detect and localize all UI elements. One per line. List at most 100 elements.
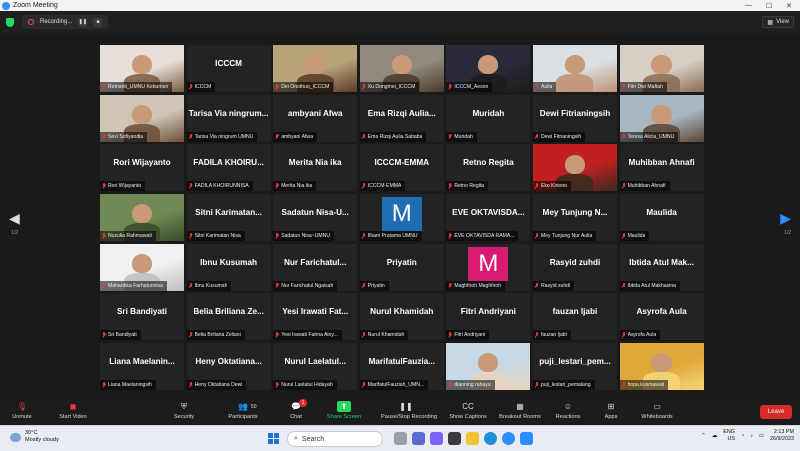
participant-tile[interactable]: Nurul Khamidah Nurul Khamidah [359, 293, 444, 341]
zoom-app-icon[interactable] [520, 432, 533, 445]
leave-button[interactable]: Leave [760, 405, 792, 419]
participant-tile[interactable]: Ibtida Atul Mak... Ibtida Atul Makhasina [619, 243, 704, 291]
chrome-browser-icon[interactable] [502, 432, 515, 445]
participant-tile[interactable]: ICCCM-EMMA ICCCM-EMMA [359, 144, 444, 192]
camera-app-icon[interactable] [448, 432, 461, 445]
participant-tile[interactable]: Rori Wijayanto Rori Wijayanto [100, 144, 184, 192]
participant-display-name: Nurul Khamidah [370, 307, 434, 317]
weather-widget[interactable]: 30°C Mostly cloudy [10, 430, 59, 444]
previous-page-button[interactable]: ◀ [9, 210, 20, 227]
participant-tile[interactable]: Mey Tunjung N... Mey Tunjung Nur Aulia [532, 194, 617, 242]
participant-tile[interactable]: Sitni Karimatan... Sitni Karimatan Nisa [186, 194, 271, 242]
participant-tile[interactable]: ICCCM_Aeson [446, 45, 531, 92]
participant-tile[interactable]: M Ilham Pratama UMNU [359, 194, 444, 242]
video-button[interactable]: ◼ Start Video [48, 399, 98, 420]
participant-tile[interactable]: Mahardika Farhatunnisa [100, 243, 184, 291]
participant-tile[interactable]: Xu Dongmei_ICCCM [359, 45, 444, 92]
participant-tile[interactable]: M Maghfiroh Maghfiroh [446, 243, 531, 291]
participant-tile[interactable]: Sri Bandiyati Sri Bandiyati [100, 293, 184, 341]
show-hidden-icons-icon[interactable]: ⌃ [701, 433, 706, 439]
participant-tile[interactable]: Priyatin Priyatin [359, 243, 444, 291]
participant-tile[interactable]: Nur Farichatul... Nur Farichatul Ngaisah [273, 243, 358, 291]
participant-name-label: Nuzulia Rahmawati [100, 231, 156, 242]
stop-recording-button[interactable]: ■ [93, 17, 103, 27]
captions-button[interactable]: CC Show Captions [443, 399, 493, 420]
participant-tile[interactable]: Muridah Muridah [446, 94, 531, 142]
participant-label-text: Retnanti_UMNU Kebumen [108, 84, 169, 90]
participant-tile[interactable]: ambyani Afwa ambyani Afwa [273, 94, 358, 142]
participant-label-text: Muridah [454, 133, 473, 140]
maximize-button[interactable]: ☐ [766, 2, 772, 10]
wifi-icon[interactable]: ◔ [741, 433, 744, 439]
participant-tile[interactable]: Dewi Fitrianingsih Dewi Fitrianingsih [532, 94, 617, 142]
apps-button[interactable]: ⊞ Apps [586, 399, 636, 420]
share-button[interactable]: ⬆ Share Screen [319, 399, 369, 420]
view-button[interactable]: ▦ View [762, 16, 794, 28]
pause-recording-button[interactable]: ❚❚ [78, 17, 88, 27]
video-label: Start Video [59, 414, 87, 420]
participant-label-text: Maghfiroh Maghfiroh [454, 282, 502, 289]
participant-tile[interactable]: Ibnu Kusumah Ibnu Kusumah [186, 243, 271, 291]
participant-tile[interactable]: Nurul Laelatul... Nurul Laelatul Hidayah [273, 343, 358, 391]
participant-tile[interactable]: fauzan ljabi fauzan ljabi [532, 293, 617, 341]
participant-tile[interactable]: Ema Rizqi Aulia... Ema Rizqi Aulia Sababa [359, 94, 444, 142]
participant-tile[interactable]: hopa.kusmawati [619, 343, 704, 391]
participant-tile[interactable]: Liana Maelanin... Liana Maelaningsih [100, 343, 184, 391]
participant-tile[interactable]: Sadatun Nisa-U... Sadatun Nisa~UMNU [273, 194, 358, 242]
participant-tile[interactable]: FADILA KHOIRU... FADILA KHOIRUNNISA [186, 144, 271, 192]
task-view-icon[interactable] [394, 432, 407, 445]
participant-tile[interactable]: Merita Nia ika Merita Nia ika [273, 144, 358, 192]
participant-tile[interactable]: Sevi Sofiyandia [100, 94, 184, 142]
participant-tile[interactable]: dianning rahayu [446, 343, 531, 391]
participant-tile[interactable]: Maulida Maulida [619, 194, 704, 242]
meet-app-icon[interactable] [430, 432, 443, 445]
participant-tile[interactable]: Asyrofa Aula Asyrofa Aula [619, 293, 704, 341]
participant-tile[interactable]: Yesi Irawati Fat... Yesi Irawati Fatma Ai… [273, 293, 358, 341]
participant-label-text: Merita Nia ika [281, 183, 313, 190]
minimize-button[interactable]: — [745, 2, 752, 10]
next-page-button[interactable]: ▶ [780, 210, 791, 227]
participant-tile[interactable]: Belia Briliana Ze... Belia Briliana Zelia… [186, 293, 271, 341]
teams-chat-icon[interactable] [412, 432, 425, 445]
windows-start-icon[interactable] [268, 433, 279, 444]
record-button[interactable]: ❚❚ Pause/Stop Recording [381, 399, 437, 420]
participant-tile[interactable]: Heny Oktatiana... Heny Oktatiana Dewi [186, 343, 271, 391]
breakout-button[interactable]: ▦ Breakout Rooms [495, 399, 545, 420]
participant-tile[interactable]: EVE OKTAVISDA... EVE OKTAVISDA RAMA... [446, 194, 531, 242]
participant-tile[interactable]: Teresa Alicia_UMNU [619, 94, 704, 142]
captions-icon: CC [462, 402, 474, 411]
participant-tile[interactable]: Fitri Andriyani Fitri Andriyani [446, 293, 531, 341]
participant-tile[interactable]: puji_lestari_pem... puji_lestari_pemalang [532, 343, 617, 391]
onedrive-icon[interactable]: ☁ [712, 433, 717, 439]
participant-tile[interactable]: Muhibban Ahnafi Muhibban Ahnafi [619, 144, 704, 192]
file-explorer-icon[interactable] [466, 432, 479, 445]
input-language[interactable]: ENG US [723, 429, 735, 443]
participant-display-name: Merita Nia ika [288, 158, 342, 168]
participant-name-label: Aulia [532, 82, 557, 92]
participant-tile[interactable]: Retnanti_UMNU Kebumen [100, 45, 184, 92]
participant-tile[interactable]: Eko Kiriono [532, 144, 617, 192]
encryption-shield-icon[interactable] [6, 17, 14, 27]
mic-muted-icon [189, 133, 193, 140]
participant-tile[interactable]: Aulia [532, 45, 617, 92]
participant-tile[interactable]: Tarisa Via ningrum... Tarisa Via ningrum … [186, 94, 271, 142]
security-button[interactable]: ⛨ Security [159, 399, 209, 420]
edge-browser-icon[interactable] [484, 432, 497, 445]
battery-icon[interactable]: ▭ [759, 433, 764, 439]
participants-button[interactable]: 👥 50 Participants [218, 399, 268, 420]
participant-tile[interactable]: Retno Regita Retno Regita [446, 144, 531, 192]
participant-tile[interactable]: ICCCM ICCCM [186, 45, 271, 92]
participant-tile[interactable]: Dei Onothuo_ICCCM [273, 45, 358, 92]
close-button[interactable]: ✕ [786, 2, 792, 10]
clock[interactable]: 2:13 PM 26/9/2023 [770, 429, 794, 443]
chat-button[interactable]: 💬 1 Chat [271, 399, 321, 420]
volume-icon[interactable]: ♪ [750, 433, 753, 439]
taskbar-search-box[interactable]: ⌕ Search [287, 431, 383, 447]
participant-tile[interactable]: Nuzulia Rahmawati [100, 194, 184, 242]
whiteboards-button[interactable]: ▭ Whiteboards [632, 399, 682, 420]
participant-tile[interactable]: MarifatulFauzia... MarifatulFauziah_UMN..… [359, 343, 444, 391]
windows-taskbar: 30°C Mostly cloudy ⌕ Search ⌃ ☁ ENG US ◔… [0, 425, 800, 451]
participant-tile[interactable]: Rasyid zuhdi Rasyid zuhdi [532, 243, 617, 291]
participant-tile[interactable]: Fitri Dwi Maftah [619, 45, 704, 92]
unmute-button[interactable]: 🎙 Unmute [0, 399, 47, 420]
